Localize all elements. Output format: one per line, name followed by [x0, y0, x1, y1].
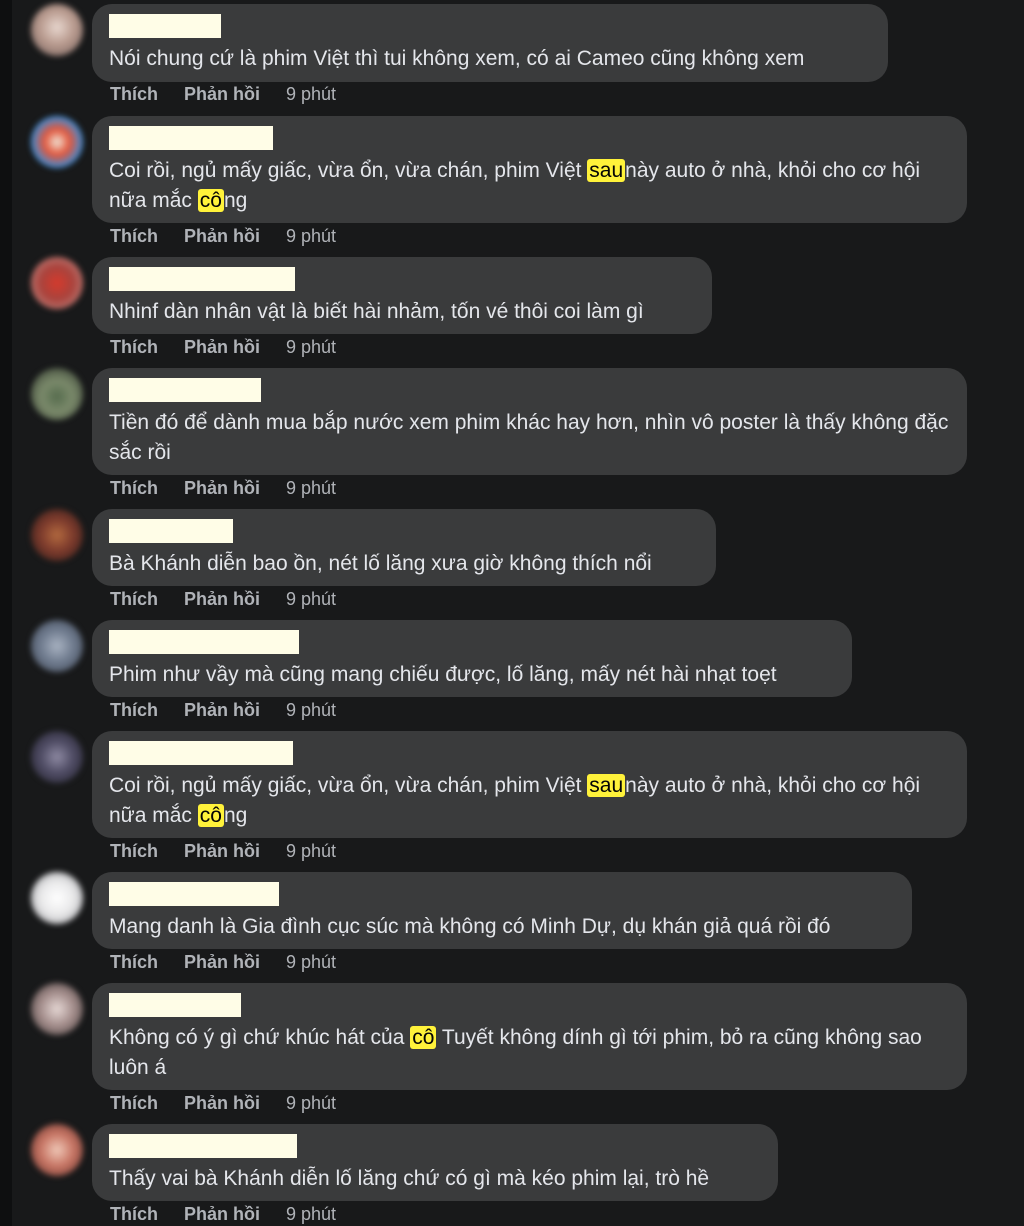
reply-button[interactable]: Phản hồi — [184, 952, 286, 973]
commenter-name-redacted[interactable] — [109, 378, 261, 402]
like-button[interactable]: Thích — [110, 1093, 184, 1114]
timestamp[interactable]: 9 phút — [286, 1204, 336, 1225]
highlighted-word: cô — [410, 1026, 437, 1049]
commenter-name-redacted[interactable] — [109, 519, 233, 543]
reply-button[interactable]: Phản hồi — [184, 589, 286, 610]
commenter-name-redacted[interactable] — [109, 14, 221, 38]
avatar[interactable] — [31, 509, 83, 561]
reply-button[interactable]: Phản hồi — [184, 1204, 286, 1225]
avatar[interactable] — [31, 620, 83, 672]
comment-actions: Thích Phản hồi 9 phút — [110, 952, 336, 973]
comment-text: Coi rồi, ngủ mấy giấc, vừa ổn, vừa chán,… — [109, 156, 951, 216]
highlighted-word: cô — [197, 189, 224, 212]
comment-text: Nói chung cứ là phim Việt thì tui không … — [109, 47, 805, 70]
timestamp[interactable]: 9 phút — [286, 841, 336, 862]
avatar[interactable] — [31, 368, 83, 420]
comment-actions: Thích Phản hồi 9 phút — [110, 84, 336, 105]
like-button[interactable]: Thích — [110, 589, 184, 610]
commenter-name-redacted[interactable] — [109, 882, 279, 906]
comment-bubble: Không có ý gì chứ khúc hát của cô Tuyết … — [92, 983, 967, 1090]
left-edge — [0, 0, 12, 1226]
comment-bubble: Nhinf dàn nhân vật là biết hài nhảm, tốn… — [92, 257, 712, 334]
comment-text-part: Coi rồi, ngủ mấy giấc, vừa ổn, vừa chán,… — [109, 159, 588, 182]
comment-bubble: Coi rồi, ngủ mấy giấc, vừa ổn, vừa chán,… — [92, 116, 967, 223]
comment-text-part: ng — [223, 804, 248, 827]
comment-bubble: Nói chung cứ là phim Việt thì tui không … — [92, 4, 888, 82]
comment-actions: Thích Phản hồi 9 phút — [110, 700, 336, 721]
commenter-name-redacted[interactable] — [109, 741, 293, 765]
comment-bubble: Thấy vai bà Khánh diễn lố lăng chứ có gì… — [92, 1124, 778, 1201]
comment-actions: Thích Phản hồi 9 phút — [110, 226, 336, 247]
commenter-name-redacted[interactable] — [109, 1134, 297, 1158]
avatar[interactable] — [31, 872, 83, 924]
comment-text-part: Không có ý gì chứ khúc hát của — [109, 1026, 411, 1049]
comment-bubble: Coi rồi, ngủ mấy giấc, vừa ổn, vừa chán,… — [92, 731, 967, 838]
comment-actions: Thích Phản hồi 9 phút — [110, 337, 336, 358]
highlighted-word: cô — [197, 804, 224, 827]
comment-actions: Thích Phản hồi 9 phút — [110, 478, 336, 499]
comment-text: Tiền đó để dành mua bắp nước xem phim kh… — [109, 411, 949, 464]
comment-text: Thấy vai bà Khánh diễn lố lăng chứ có gì… — [109, 1167, 710, 1190]
comment-actions: Thích Phản hồi 9 phút — [110, 1093, 336, 1114]
reply-button[interactable]: Phản hồi — [184, 1093, 286, 1114]
like-button[interactable]: Thích — [110, 84, 184, 105]
comment-text-part: ng — [223, 189, 248, 212]
timestamp[interactable]: 9 phút — [286, 478, 336, 499]
like-button[interactable]: Thích — [110, 841, 184, 862]
avatar[interactable] — [31, 4, 83, 56]
reply-button[interactable]: Phản hồi — [184, 337, 286, 358]
reply-button[interactable]: Phản hồi — [184, 841, 286, 862]
commenter-name-redacted[interactable] — [109, 267, 295, 291]
like-button[interactable]: Thích — [110, 700, 184, 721]
comment-text: Bà Khánh diễn bao ồn, nét lố lăng xưa gi… — [109, 552, 652, 575]
comment-bubble: Tiền đó để dành mua bắp nước xem phim kh… — [92, 368, 967, 475]
avatar[interactable] — [31, 257, 83, 309]
comment-text: Phim như vầy mà cũng mang chiếu được, lố… — [109, 663, 777, 686]
comment-text: Không có ý gì chứ khúc hát của cô Tuyết … — [109, 1023, 951, 1083]
timestamp[interactable]: 9 phút — [286, 700, 336, 721]
comment-bubble: Phim như vầy mà cũng mang chiếu được, lố… — [92, 620, 852, 697]
comment-actions: Thích Phản hồi 9 phút — [110, 1204, 336, 1225]
like-button[interactable]: Thích — [110, 478, 184, 499]
commenter-name-redacted[interactable] — [109, 126, 273, 150]
highlighted-word: sau — [587, 774, 626, 797]
comment-text: Coi rồi, ngủ mấy giấc, vừa ổn, vừa chán,… — [109, 771, 951, 831]
like-button[interactable]: Thích — [110, 226, 184, 247]
reply-button[interactable]: Phản hồi — [184, 478, 286, 499]
comment-actions: Thích Phản hồi 9 phút — [110, 841, 336, 862]
avatar[interactable] — [31, 116, 83, 168]
like-button[interactable]: Thích — [110, 337, 184, 358]
timestamp[interactable]: 9 phút — [286, 337, 336, 358]
timestamp[interactable]: 9 phút — [286, 952, 336, 973]
like-button[interactable]: Thích — [110, 1204, 184, 1225]
comment-text: Nhinf dàn nhân vật là biết hài nhảm, tốn… — [109, 300, 644, 323]
commenter-name-redacted[interactable] — [109, 993, 241, 1017]
comment-actions: Thích Phản hồi 9 phút — [110, 589, 336, 610]
comment-bubble: Bà Khánh diễn bao ồn, nét lố lăng xưa gi… — [92, 509, 716, 586]
timestamp[interactable]: 9 phút — [286, 226, 336, 247]
avatar[interactable] — [31, 731, 83, 783]
commenter-name-redacted[interactable] — [109, 630, 299, 654]
comment-bubble: Mang danh là Gia đình cục súc mà không c… — [92, 872, 912, 949]
timestamp[interactable]: 9 phút — [286, 84, 336, 105]
comment-text: Mang danh là Gia đình cục súc mà không c… — [109, 915, 831, 938]
avatar[interactable] — [31, 983, 83, 1035]
highlighted-word: sau — [587, 159, 626, 182]
avatar[interactable] — [31, 1124, 83, 1176]
reply-button[interactable]: Phản hồi — [184, 226, 286, 247]
comment-text-part: Coi rồi, ngủ mấy giấc, vừa ổn, vừa chán,… — [109, 774, 588, 797]
timestamp[interactable]: 9 phút — [286, 589, 336, 610]
reply-button[interactable]: Phản hồi — [184, 84, 286, 105]
like-button[interactable]: Thích — [110, 952, 184, 973]
reply-button[interactable]: Phản hồi — [184, 700, 286, 721]
timestamp[interactable]: 9 phút — [286, 1093, 336, 1114]
